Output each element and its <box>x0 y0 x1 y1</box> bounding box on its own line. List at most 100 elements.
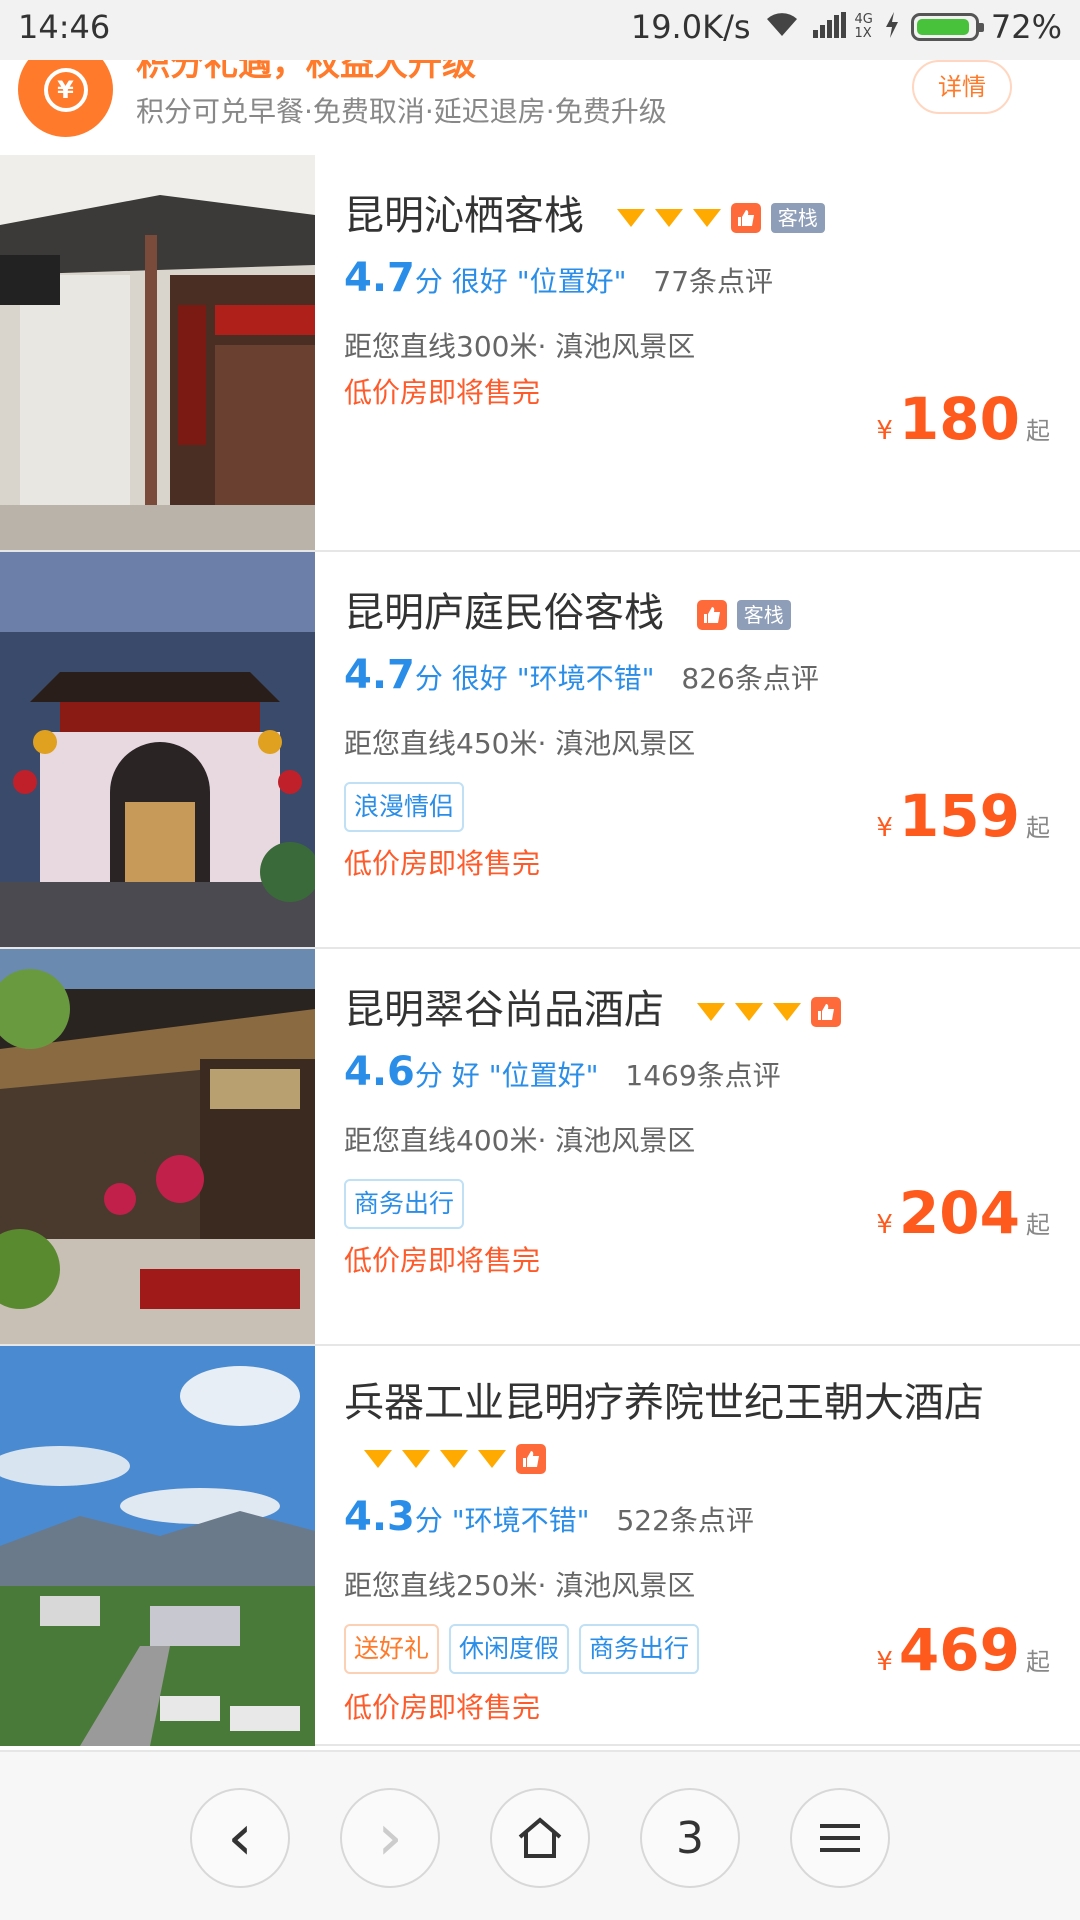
hotel-name: 昆明庐庭民俗客栈 客栈 <box>344 586 1044 640</box>
hotel-photo <box>0 552 315 947</box>
tabs-button[interactable]: 3 <box>640 1788 740 1888</box>
price-amount: 180 <box>898 385 1020 453</box>
low-price-notice: 低价房即将售完 <box>344 1691 541 1724</box>
home-button[interactable] <box>490 1788 590 1888</box>
status-bar: 14:46 19.0K/s 4G 1X 72% <box>0 0 1080 60</box>
price-suffix: 起 <box>1026 1211 1050 1239</box>
diamond-icon <box>696 1003 725 1021</box>
hotel-name-text: 兵器工业昆明疗养院世纪王朝大酒店 <box>344 1380 984 1426</box>
hotel-card[interactable]: 昆明庐庭民俗客栈 客栈 4.7分 很好 "环境不错" 826条点评 距您直线45… <box>0 552 1080 949</box>
price-amount: 159 <box>898 782 1020 850</box>
hotel-price: ¥180 起 <box>876 385 1050 453</box>
hotel-name-text: 昆明翠谷尚品酒店 <box>344 987 664 1033</box>
promo-headline: 积分礼遇，权益大升级 <box>136 60 476 84</box>
currency-symbol: ¥ <box>876 1210 893 1240</box>
hotel-tags: 商务出行 <box>344 1179 465 1229</box>
hotel-name: 昆明翠谷尚品酒店 <box>344 983 1044 1037</box>
network-type-bottom: 1X <box>854 26 872 41</box>
battery-icon <box>910 13 984 41</box>
thumbs-up-icon <box>810 997 841 1027</box>
hotel-tag: 商务出行 <box>579 1624 700 1674</box>
diamond-icon <box>692 209 721 227</box>
coin-symbol: ¥ <box>43 67 88 112</box>
diamond-icon <box>440 1450 468 1468</box>
currency-symbol: ¥ <box>876 1647 893 1677</box>
hotel-score-unit: 分 <box>414 1504 443 1537</box>
low-price-notice: 低价房即将售完 <box>344 847 541 880</box>
forward-icon: › <box>377 1801 403 1875</box>
hotel-score-unit: 分 <box>414 1059 443 1092</box>
hotel-badges: 客栈 <box>616 203 825 233</box>
hotel-badges <box>364 1444 546 1474</box>
back-icon: ‹ <box>227 1801 253 1875</box>
hotel-info: 昆明沁栖客栈 客栈 4.7分 很好 "位置好" 77条点评 距您直线300米· <box>344 155 1050 550</box>
hotel-score-line: 4.7分 很好 "位置好" 77条点评 <box>344 255 773 301</box>
hotel-photo <box>0 1346 315 1746</box>
hotel-score-line: 4.6分 好 "位置好" 1469条点评 <box>344 1049 781 1095</box>
tabs-count: 3 <box>676 1812 704 1864</box>
hotel-highlight: "环境不错" <box>451 1504 590 1537</box>
currency-symbol: ¥ <box>876 813 893 843</box>
diamond-icon <box>478 1450 506 1468</box>
hotel-info: 昆明庐庭民俗客栈 客栈 4.7分 很好 "环境不错" 826条点评 距您直线45… <box>344 552 1050 947</box>
hotel-tag: 商务出行 <box>344 1179 465 1229</box>
browser-bottom-nav: ‹ › 3 <box>0 1750 1080 1920</box>
hotel-name-text: 昆明沁栖客栈 <box>344 193 584 239</box>
diamond-icon <box>772 1003 801 1021</box>
price-amount: 204 <box>898 1179 1020 1247</box>
hotel-score-unit: 分 <box>414 662 443 695</box>
hotel-score-line: 4.7分 很好 "环境不错" 826条点评 <box>344 652 819 698</box>
hotel-name-text: 昆明庐庭民俗客栈 <box>344 590 664 636</box>
hotel-photo <box>0 949 315 1344</box>
promo-subline: 积分可兑早餐·免费取消·延迟退房·免费升级 <box>136 95 667 128</box>
hotel-card[interactable]: 昆明沁栖客栈 客栈 4.7分 很好 "位置好" 77条点评 距您直线300米· <box>0 155 1080 552</box>
hotel-review-count: 1469条点评 <box>625 1059 781 1092</box>
network-type-top: 4G <box>854 12 873 27</box>
hotel-tag: 休闲度假 <box>449 1624 570 1674</box>
back-button[interactable]: ‹ <box>190 1788 290 1888</box>
hotel-distance: 距您直线400米· 滇池风景区 <box>344 1124 696 1157</box>
status-time: 14:46 <box>18 8 111 46</box>
menu-button[interactable] <box>790 1788 890 1888</box>
hotel-price: ¥469 起 <box>876 1616 1050 1684</box>
status-right: 19.0K/s 4G 1X 72% <box>631 8 1062 46</box>
hotel-tag: 浪漫情侣 <box>344 782 465 832</box>
promo-detail-button[interactable]: 详情 <box>912 60 1012 114</box>
hotel-highlight: "环境不错" <box>516 662 655 695</box>
hotel-tags: 浪漫情侣 <box>344 782 465 832</box>
currency-symbol: ¥ <box>876 416 893 446</box>
price-suffix: 起 <box>1026 417 1050 445</box>
promo-banner[interactable]: ¥ 积分礼遇，权益大升级 积分可兑早餐·免费取消·延迟退房·免费升级 详情 <box>0 60 1080 155</box>
hotel-grade: 很好 <box>451 265 508 298</box>
hotel-review-count: 77条点评 <box>653 265 774 298</box>
forward-button[interactable]: › <box>340 1788 440 1888</box>
hotel-card[interactable]: 昆明翠谷尚品酒店 4.6分 好 "位置好" 1469条点评 距您直线400米· … <box>0 949 1080 1346</box>
hotel-price: ¥204 起 <box>876 1179 1050 1247</box>
hotel-info: 昆明翠谷尚品酒店 4.6分 好 "位置好" 1469条点评 距您直线400米· … <box>344 949 1050 1344</box>
diamond-icon <box>364 1450 392 1468</box>
hotel-name: 昆明沁栖客栈 客栈 <box>344 189 1044 243</box>
hotel-review-count: 522条点评 <box>616 1504 754 1537</box>
page: 14:46 19.0K/s 4G 1X 72% ¥ 积分礼遇，权益大升级 积分可… <box>0 0 1080 1920</box>
thumbs-up-icon <box>696 600 727 630</box>
hotel-highlight: "位置好" <box>488 1059 599 1092</box>
hotel-card[interactable]: 兵器工业昆明疗养院世纪王朝大酒店 4.3分 "环境不错" 522条点评 距您直线… <box>0 1346 1080 1746</box>
diamond-icon <box>734 1003 763 1021</box>
home-icon <box>518 1817 562 1858</box>
price-amount: 469 <box>898 1616 1020 1684</box>
hotel-distance: 距您直线450米· 滇池风景区 <box>344 727 696 760</box>
low-price-notice: 低价房即将售完 <box>344 1244 541 1277</box>
hotel-type-tag: 客栈 <box>736 600 791 630</box>
hotel-tag: 送好礼 <box>344 1624 440 1674</box>
hotel-price: ¥159 起 <box>876 782 1050 850</box>
hotel-photo <box>0 155 315 550</box>
diamond-icon <box>654 209 683 227</box>
hotel-list: 昆明沁栖客栈 客栈 4.7分 很好 "位置好" 77条点评 距您直线300米· <box>0 155 1080 1746</box>
menu-icon <box>820 1824 860 1852</box>
hotel-badges <box>696 997 841 1027</box>
thumbs-up-icon <box>730 203 761 233</box>
hotel-grade: 很好 <box>451 662 508 695</box>
wifi-icon <box>763 8 801 46</box>
hotel-score: 4.7 <box>344 652 415 698</box>
hotel-name: 兵器工业昆明疗养院世纪王朝大酒店 <box>344 1376 1024 1484</box>
